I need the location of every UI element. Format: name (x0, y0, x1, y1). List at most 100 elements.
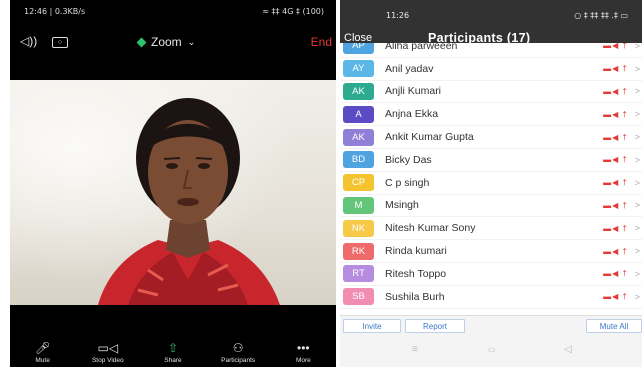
participant-name: Msingh (385, 199, 419, 212)
android-nav-bar: ≡ ▭ ◁ (340, 336, 642, 367)
participant-row[interactable]: CP C p singh ▬◀ † > (340, 172, 642, 195)
participants-action-bar: Invite Report Mute All (340, 315, 642, 335)
avatar: NK (343, 219, 374, 237)
participant-row[interactable]: RT Ritesh Toppo ▬◀ † > (340, 263, 642, 286)
video-feed (10, 80, 336, 305)
participant-name: Rinda kumari (385, 245, 447, 258)
chevron-right-icon: > (634, 223, 640, 234)
status-bar: 12:46 | 0.3KB/s ≈ ‡‡ 4G ‡ (100) (10, 0, 336, 22)
participant-name: Aliha parweeen (385, 43, 458, 52)
muted-video-mic-icon: ▬◀ † (603, 132, 628, 142)
avatar: M (343, 196, 374, 214)
chevron-right-icon: > (634, 200, 640, 211)
participants-screen: 11:26 ○ ‡ ‡‡ ‡‡ .‡ ▭ Close Participants … (340, 0, 642, 367)
participants-icon: ⚇ (232, 341, 244, 355)
muted-video-mic-icon: ▬◀ † (603, 109, 628, 119)
avatar: AK (343, 128, 374, 146)
participant-row[interactable]: SB Sushila Burh ▬◀ † > (340, 286, 642, 309)
status-time: 11:26 (386, 10, 410, 20)
muted-video-mic-icon: ▬◀ † (603, 246, 628, 256)
home-icon[interactable]: ▭ (488, 345, 496, 354)
muted-video-mic-icon: ▬◀ † (603, 43, 628, 51)
participant-row[interactable]: A Anjna Ekka ▬◀ † > (340, 103, 642, 127)
participant-name: Nitesh Kumar Sony (385, 222, 476, 235)
menu-icon[interactable]: ≡ (412, 344, 418, 355)
participant-name: Sushila Burh (385, 290, 445, 303)
stop-video-label: Stop Video (91, 357, 124, 364)
chevron-right-icon: > (634, 43, 640, 51)
meeting-top-bar: ◁)) ○ Zoom ⌄ End (10, 30, 336, 56)
microphone-icon: 🎤︎ (34, 341, 51, 355)
participant-row[interactable]: M Msingh ▬◀ † > (340, 195, 642, 218)
avatar: BD (343, 151, 374, 169)
status-indicators: ≈ ‡‡ 4G ‡ (100) (262, 6, 324, 16)
participants-label: Participants (221, 357, 256, 364)
meeting-toolbar: 🎤︎ Mute ▭◁ Stop Video ⇧ Share ⚇ Particip… (10, 338, 336, 367)
chevron-right-icon: > (634, 86, 640, 97)
more-icon: ••• (297, 341, 310, 355)
chevron-right-icon: > (634, 246, 640, 257)
avatar: CP (343, 174, 374, 192)
avatar: SB (343, 288, 374, 306)
muted-video-mic-icon: ▬◀ † (603, 269, 628, 279)
muted-video-mic-icon: ▬◀ † (603, 64, 628, 74)
chevron-down-icon: ⌄ (187, 36, 196, 47)
avatar: AY (343, 60, 374, 78)
status-indicators: ○ ‡ ‡‡ ‡‡ .‡ ▭ (574, 10, 628, 20)
chevron-right-icon: > (634, 177, 640, 188)
speaker-icon[interactable]: ◁)) (20, 34, 37, 48)
zoom-title-menu[interactable]: Zoom ⌄ (136, 35, 196, 49)
participants-button[interactable]: ⚇ Participants (208, 341, 268, 364)
avatar: RT (343, 265, 374, 283)
report-button[interactable]: Report (405, 319, 465, 333)
avatar: RK (343, 242, 374, 260)
muted-video-mic-icon: ▬◀ † (603, 178, 628, 188)
avatar: A (343, 105, 374, 123)
chevron-right-icon: > (634, 291, 640, 302)
status-bar: 11:26 ○ ‡ ‡‡ ‡‡ .‡ ▭ (340, 0, 642, 30)
muted-video-mic-icon: ▬◀ † (603, 292, 628, 302)
participant-row[interactable]: AK Ankit Kumar Gupta ▬◀ † > (340, 126, 642, 149)
participant-list: AP Aliha parweeen ▬◀ † > AY Anil yadav ▬◀ † > AK… (340, 43, 642, 315)
participant-name: Anjli Kumari (385, 85, 442, 98)
muted-video-mic-icon: ▬◀ † (603, 223, 628, 233)
participant-name: C p singh (385, 176, 430, 189)
invite-button[interactable]: Invite (343, 319, 401, 333)
avatar: AP (343, 43, 374, 55)
chevron-right-icon: > (634, 109, 640, 120)
avatar: AK (343, 82, 374, 100)
chevron-right-icon: > (634, 132, 640, 143)
chevron-right-icon: > (634, 63, 640, 74)
muted-video-mic-icon: ▬◀ † (603, 200, 628, 210)
participant-name: Ritesh Toppo (385, 267, 447, 280)
stop-video-button[interactable]: ▭◁ Stop Video (78, 341, 138, 364)
more-button[interactable]: ••• More (273, 341, 333, 364)
back-icon[interactable]: ◁ (564, 344, 572, 355)
secure-icon (136, 37, 147, 47)
participant-row[interactable]: AK Anjli Kumari ▬◀ † > (340, 81, 642, 104)
participant-row[interactable]: AY Anil yadav ▬◀ † > (340, 58, 642, 81)
chevron-right-icon: > (634, 268, 640, 279)
participant-row[interactable]: AP Aliha parweeen ▬◀ † > (340, 43, 642, 58)
meeting-screen: 12:46 | 0.3KB/s ≈ ‡‡ 4G ‡ (100) ◁)) ○ Zo… (10, 0, 336, 367)
participant-video-image (98, 98, 280, 305)
participant-name: Ankit Kumar Gupta (385, 131, 474, 144)
chevron-right-icon: > (634, 154, 640, 165)
switch-camera-icon[interactable]: ○ (52, 37, 68, 48)
participant-name: Anil yadav (385, 62, 434, 75)
video-camera-icon: ▭◁ (97, 341, 119, 355)
participant-row[interactable]: RK Rinda kumari ▬◀ † > (340, 240, 642, 263)
mute-all-button[interactable]: Mute All (586, 319, 642, 333)
muted-video-mic-icon: ▬◀ † (603, 155, 628, 165)
status-time: 12:46 | 0.3KB/s (24, 6, 86, 16)
participant-row[interactable]: NK Nitesh Kumar Sony ▬◀ † > (340, 217, 642, 241)
mute-label: Mute (35, 357, 50, 364)
share-button[interactable]: ⇧ Share (143, 341, 203, 364)
zoom-label: Zoom (151, 35, 182, 49)
end-button[interactable]: End (311, 35, 332, 49)
mute-button[interactable]: 🎤︎ Mute (13, 341, 73, 364)
more-label: More (295, 357, 311, 364)
participant-name: Bicky Das (385, 153, 432, 166)
share-label: Share (164, 357, 182, 364)
participant-row[interactable]: BD Bicky Das ▬◀ † > (340, 149, 642, 172)
